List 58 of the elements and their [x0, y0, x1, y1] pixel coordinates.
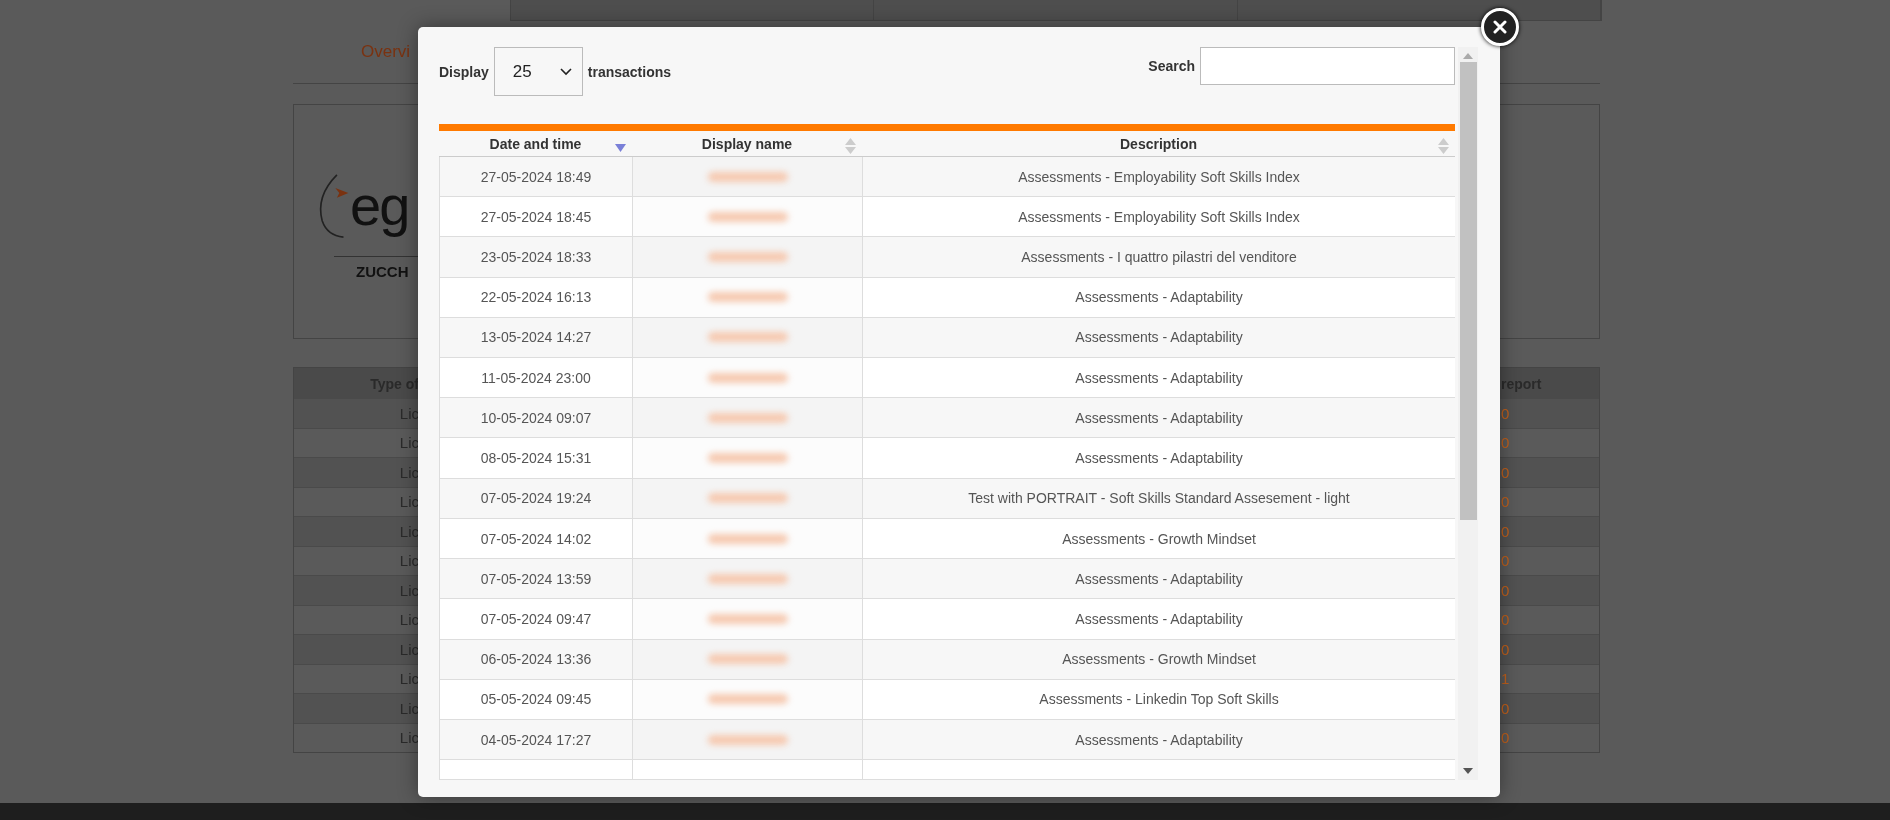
table-cell: Assessments - Adaptability [862, 438, 1455, 478]
table-cell: 27-05-2024 18:49 [439, 156, 632, 197]
table-cell: Assessments - Adaptability [862, 358, 1455, 398]
logo-subtitle: ZUCCH [356, 262, 410, 280]
table-cell: Assessments - Adaptability [862, 720, 1455, 760]
table-cell-text: 0 [1500, 463, 1511, 481]
table-cell: 05-05-2024 09:45 [439, 679, 632, 719]
table-cell: 11-05-2024 23:00 [439, 358, 632, 398]
table-cell: Test with PORTRAIT - Soft Skills Standard Assesement - light [862, 478, 1455, 518]
table-cell: Assessments - Linkedin Top Soft Skills [862, 679, 1455, 719]
display-label: Display [439, 63, 489, 80]
table-cell: 07-05-2024 13:59 [439, 559, 632, 599]
table-cell: 06-05-2024 13:36 [439, 639, 632, 679]
table-cell: Assessments - Growth Mindset [862, 639, 1455, 679]
table-cell: 22-05-2024 16:13 [439, 277, 632, 317]
table-cell-text: 0 [1500, 522, 1511, 540]
table-cell: Assessments - Adaptability [862, 599, 1455, 639]
table-cell-text: 0 [1500, 611, 1511, 629]
scroll-up-icon[interactable] [1463, 53, 1473, 59]
table-cell-text: 0 [1500, 699, 1511, 717]
table-cell: 07-05-2024 09:47 [439, 599, 632, 639]
scroll-down-icon[interactable] [1463, 768, 1473, 774]
column-header[interactable]: Date and time [439, 131, 632, 156]
close-icon [1493, 20, 1507, 34]
table-cell-text: 0 [1500, 581, 1511, 599]
table-cell: 07-05-2024 14:02 [439, 518, 632, 559]
table-cell: 10-05-2024 09:07 [439, 398, 632, 438]
page-size-select[interactable]: 25 [493, 47, 583, 96]
search-field[interactable] [1200, 47, 1455, 85]
scrollbar[interactable] [1458, 47, 1478, 780]
table-cell: 23-05-2024 18:33 [439, 237, 632, 277]
table-cell-text: 0 [1500, 493, 1511, 511]
table-cell: 13-05-2024 14:27 [439, 317, 632, 358]
table-cell: Assessments - Growth Mindset [862, 518, 1455, 559]
table-cell-text: 0 [1500, 404, 1511, 422]
logo-text: eg [350, 173, 409, 238]
table-cell: Assessments - Employability Soft Skills Index [862, 197, 1455, 237]
close-button[interactable] [1481, 8, 1519, 46]
table-cell-text: 1 [1500, 670, 1511, 688]
table-cell: Assessments - Adaptability [862, 398, 1455, 438]
column-header[interactable]: Description [862, 131, 1455, 156]
search-label: Search [1148, 58, 1195, 74]
table-cell: 27-05-2024 18:45 [439, 197, 632, 237]
table-cell: Assessments - I quattro pilastri del venditore [862, 237, 1455, 277]
column-header[interactable]: Display name [632, 131, 862, 156]
transactions-label: transactions [587, 63, 672, 80]
table-cell: 07-05-2024 19:24 [439, 478, 632, 518]
table-cell-text: 0 [1500, 552, 1511, 570]
table-cell: 04-05-2024 17:27 [439, 720, 632, 760]
table-cell-text: 0 [1500, 729, 1511, 747]
chevron-down-icon [559, 67, 572, 76]
table-cell: Assessments - Adaptability [862, 559, 1455, 599]
table-cell: 08-05-2024 15:31 [439, 438, 632, 478]
table-cell: Assessments - Employability Soft Skills Index [862, 156, 1455, 197]
table-cell: Assessments - Adaptability [862, 277, 1455, 317]
table-cell-text: 0 [1500, 434, 1511, 452]
table-cell: Assessments - Adaptability [862, 317, 1455, 358]
table-cell-text: 0 [1500, 640, 1511, 658]
